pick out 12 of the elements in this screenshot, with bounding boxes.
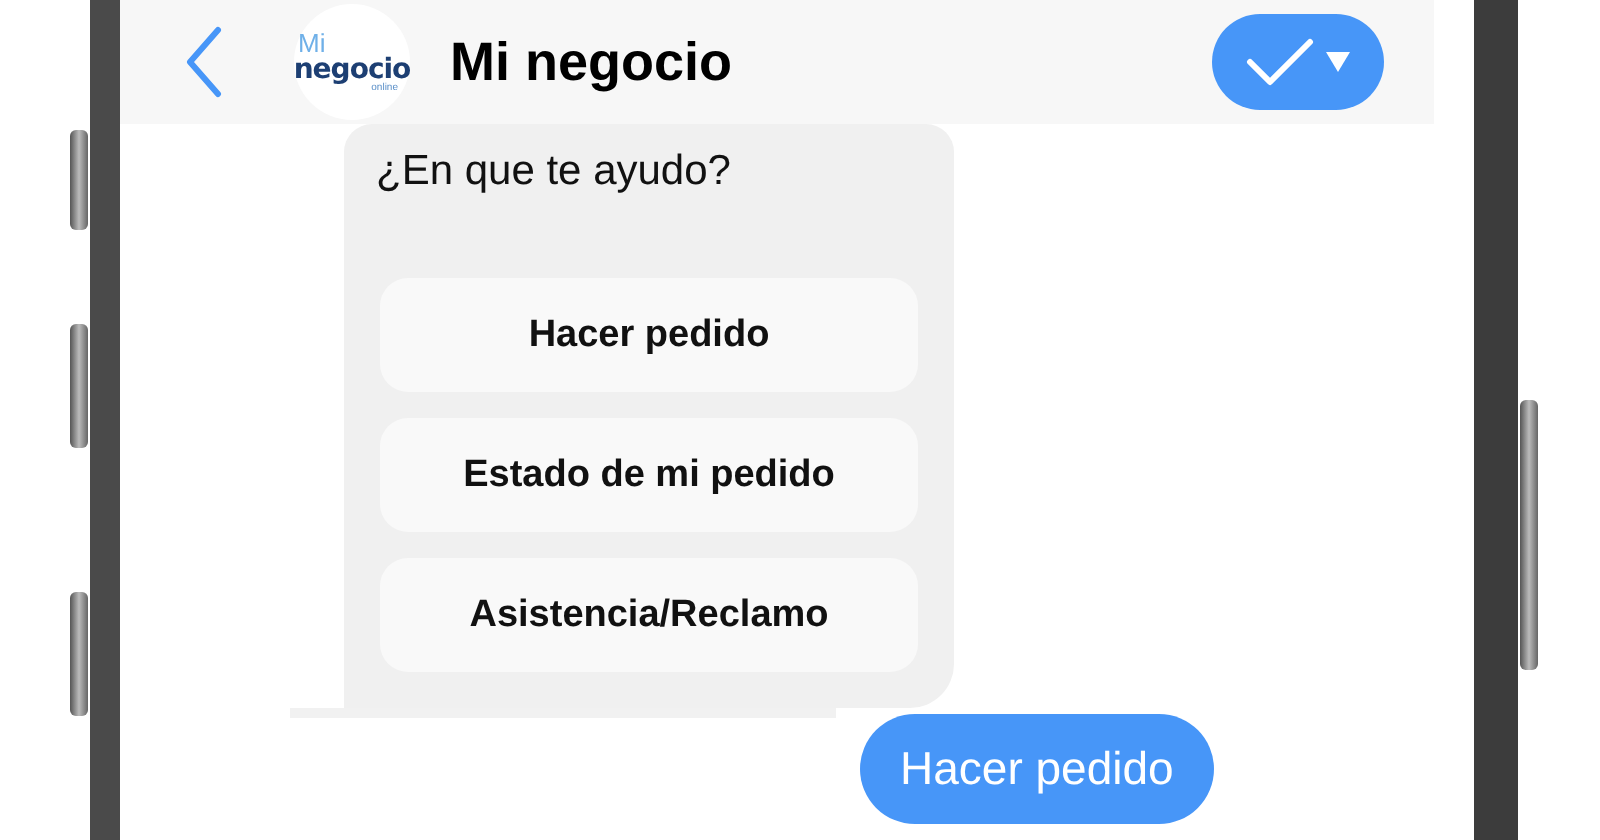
back-icon[interactable] <box>184 26 224 98</box>
status-button[interactable] <box>1212 14 1384 110</box>
chat-title: Mi negocio <box>450 31 734 93</box>
logo-text: negocio <box>293 56 411 84</box>
option-button[interactable]: Estado de mi pedido <box>380 418 918 532</box>
checkmark-icon <box>1246 38 1314 86</box>
option-button[interactable]: Hacer pedido <box>380 278 918 392</box>
caret-icon <box>1326 52 1350 72</box>
logo-text: Mi <box>298 30 326 56</box>
message-bubble: Hacer pedido <box>860 714 1214 824</box>
message-text: ¿En que te ayudo? <box>376 148 733 196</box>
option-button[interactable]: Asistencia/Reclamo <box>380 558 918 672</box>
